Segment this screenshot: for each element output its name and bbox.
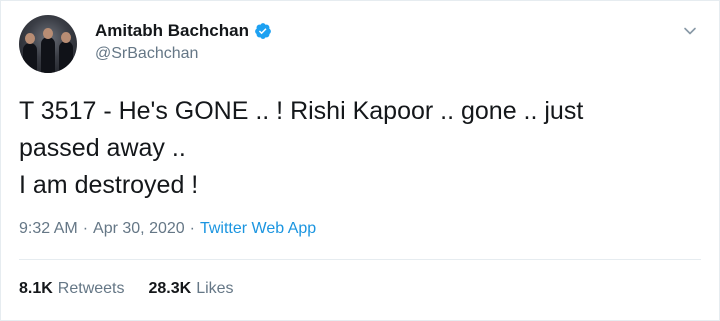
avatar-figure-head xyxy=(43,28,53,39)
tweet-source-link[interactable]: Twitter Web App xyxy=(200,220,316,238)
chevron-down-icon[interactable] xyxy=(683,24,697,38)
retweets-stat[interactable]: 8.1K Retweets xyxy=(19,280,125,298)
tweet-date[interactable]: Apr 30, 2020 xyxy=(93,220,185,238)
tweet-text: T 3517 - He's GONE .. ! Rishi Kapoor .. … xyxy=(19,93,699,204)
avatar[interactable] xyxy=(19,15,77,73)
author-name-row[interactable]: Amitabh Bachchan xyxy=(95,21,272,41)
tweet-stats: 8.1K Retweets 28.3K Likes xyxy=(19,280,234,298)
avatar-figure-head xyxy=(61,32,71,43)
meta-separator: · xyxy=(189,220,195,237)
likes-count: 28.3K xyxy=(148,280,192,297)
avatar-figure xyxy=(59,41,73,73)
author-display-name[interactable]: Amitabh Bachchan xyxy=(95,21,249,41)
avatar-figure xyxy=(41,37,55,73)
tweet-text-line: T 3517 - He's GONE .. ! Rishi Kapoor .. … xyxy=(19,97,584,125)
tweet-text-line: passed away .. xyxy=(19,134,186,162)
verified-badge-icon xyxy=(255,23,271,39)
tweet-time[interactable]: 9:32 AM xyxy=(19,220,78,238)
likes-stat[interactable]: 28.3K Likes xyxy=(149,280,234,298)
retweets-label: Retweets xyxy=(57,280,125,297)
likes-label: Likes xyxy=(196,280,234,297)
tweet-meta: 9:32 AM · Apr 30, 2020 · Twitter Web App xyxy=(19,220,316,238)
author-handle[interactable]: @SrBachchan xyxy=(95,45,198,63)
tweet-card: Amitabh Bachchan @SrBachchan T 3517 - He… xyxy=(0,0,720,321)
tweet-text-line: I am destroyed ! xyxy=(19,171,199,199)
retweets-count: 8.1K xyxy=(19,280,53,297)
meta-separator: · xyxy=(82,220,89,237)
stats-divider xyxy=(19,259,701,260)
avatar-figure xyxy=(23,43,37,73)
avatar-figure-head xyxy=(25,33,35,44)
